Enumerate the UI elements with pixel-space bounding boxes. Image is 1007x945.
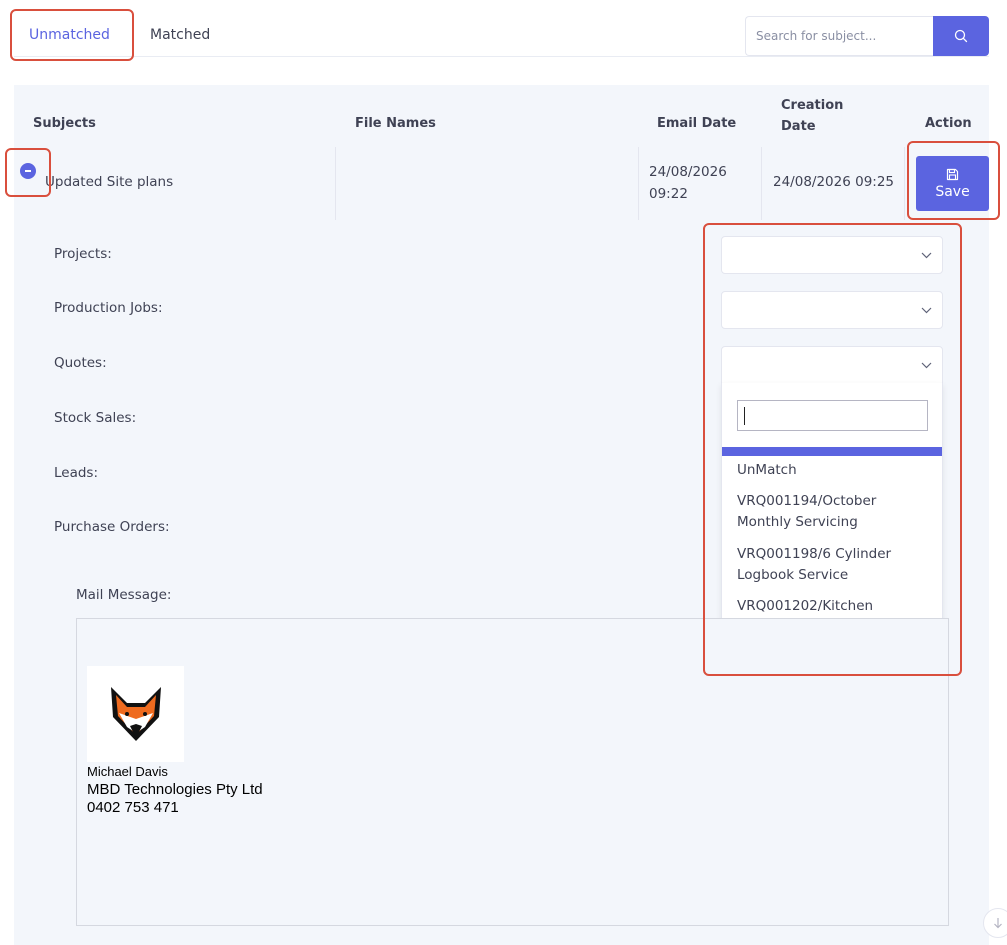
highlight-expand-toggle bbox=[5, 148, 51, 197]
search-field[interactable] bbox=[745, 16, 933, 56]
column-header-creation-date: Creation Date bbox=[781, 98, 844, 134]
highlight-save-button bbox=[907, 141, 1000, 220]
label-stock-sales: Stock Sales: bbox=[54, 410, 137, 426]
row-email-date: 24/08/2026 09:22 bbox=[649, 164, 727, 202]
signature-phone: 0402 753 471 bbox=[87, 799, 179, 816]
search-icon bbox=[954, 29, 968, 43]
column-header-subjects: Subjects bbox=[33, 116, 96, 131]
tab-matched[interactable]: Matched bbox=[150, 27, 210, 43]
label-projects: Projects: bbox=[54, 246, 112, 262]
highlight-unmatched-tab bbox=[10, 9, 134, 61]
column-divider bbox=[904, 147, 905, 220]
signature-name: Michael Davis bbox=[87, 764, 168, 779]
search-input[interactable] bbox=[746, 17, 933, 55]
signature-company: MBD Technologies Pty Ltd bbox=[87, 781, 263, 798]
label-production-jobs: Production Jobs: bbox=[54, 300, 163, 316]
label-leads: Leads: bbox=[54, 465, 99, 481]
arrow-down-icon bbox=[994, 918, 1002, 929]
column-header-action: Action bbox=[925, 116, 972, 131]
mail-message-label: Mail Message: bbox=[76, 587, 172, 603]
column-divider bbox=[638, 147, 639, 220]
column-divider bbox=[761, 147, 762, 220]
scroll-down-button[interactable] bbox=[983, 908, 1007, 938]
label-quotes: Quotes: bbox=[54, 355, 107, 371]
column-divider bbox=[335, 147, 336, 220]
search-button[interactable] bbox=[933, 16, 989, 56]
row-subject: Updated Site plans bbox=[45, 174, 174, 190]
column-header-file-names: File Names bbox=[355, 116, 436, 131]
highlight-dropdowns bbox=[703, 223, 962, 676]
column-header-email-date: Email Date bbox=[657, 116, 737, 131]
fox-logo-icon bbox=[110, 687, 161, 741]
row-creation-date: 24/08/2026 09:25 bbox=[773, 174, 895, 190]
tabs-divider bbox=[14, 56, 989, 57]
company-logo bbox=[87, 666, 184, 762]
label-purchase-orders: Purchase Orders: bbox=[54, 519, 170, 535]
